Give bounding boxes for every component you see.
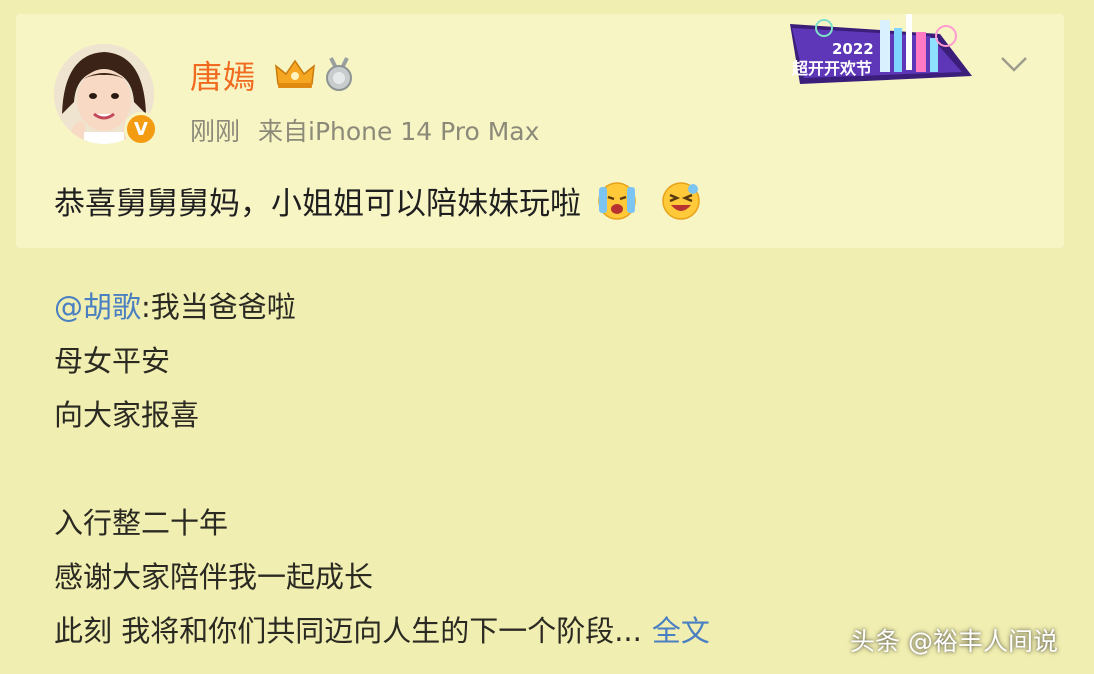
repost-last-text: 此刻 我将和你们共同迈向人生的下一个阶段... [54, 614, 642, 648]
laughing-emoji-icon [661, 182, 700, 220]
post-meta: 刚刚 来自iPhone 14 Pro Max [190, 112, 539, 148]
festival-icon[interactable]: 2022 超开开欢节 [780, 14, 976, 90]
full-text-link[interactable]: 全文 [652, 614, 710, 648]
repost-first-text: :我当爸爸啦 [141, 290, 296, 324]
weibo-post: V 唐嫣 刚刚 来自iPhone 14 Pro Max 2022 超开开欢节 恭喜… [0, 0, 1094, 674]
chevron-down-icon[interactable] [998, 52, 1030, 76]
repost-line-5: 感谢大家陪伴我一起成长 [54, 560, 374, 594]
festival-year: 2022 [832, 40, 874, 58]
watermark: 头条 @裕丰人间说 [850, 627, 1058, 656]
author-name[interactable]: 唐嫣 [190, 52, 256, 98]
mention-link[interactable]: @胡歌 [54, 290, 141, 324]
festival-text: 超开开欢节 [791, 59, 872, 78]
post-source[interactable]: 来自iPhone 14 Pro Max [258, 117, 539, 146]
post-time: 刚刚 [190, 117, 241, 146]
repost-line-1: @胡歌:我当爸爸啦 [54, 284, 296, 326]
repost-line-4: 入行整二十年 [54, 506, 229, 540]
crying-emoji-icon [598, 182, 636, 220]
post-content: 恭喜舅舅舅妈，小姐姐可以陪妹妹玩啦 [54, 178, 703, 223]
medal-icon[interactable] [322, 56, 356, 92]
crown-icon[interactable] [274, 58, 316, 90]
post-text: 恭喜舅舅舅妈，小姐姐可以陪妹妹玩啦 [54, 186, 581, 222]
repost-line-2: 母女平安 [54, 344, 171, 378]
repost-line-6: 此刻 我将和你们共同迈向人生的下一个阶段... 全文 [54, 608, 710, 650]
repost-line-3: 向大家报喜 [54, 398, 200, 432]
verified-badge-icon: V [124, 112, 158, 146]
